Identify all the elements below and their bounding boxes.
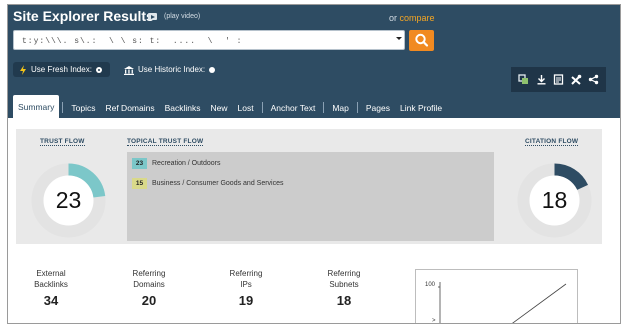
- trust-flow-value: 23: [55, 187, 82, 213]
- stat-referring-ips[interactable]: Referring IPs 19: [204, 268, 288, 308]
- stat-referring-subnets[interactable]: Referring Subnets 18: [302, 268, 386, 308]
- topic-name[interactable]: Business / Consumer Goods and Services: [152, 180, 284, 187]
- stat-value: 18: [336, 293, 352, 308]
- or-text: or: [389, 13, 398, 23]
- header-bar: Site Explorer Results (play video) or co…: [8, 5, 620, 118]
- stat-value: 19: [238, 293, 254, 308]
- tab-lost[interactable]: Lost: [233, 97, 259, 118]
- lightning-icon: [20, 64, 26, 75]
- flow-metrics-panel: TRUST FLOW TOPICAL TRUST FLOW CITATION F…: [16, 129, 602, 244]
- historic-index-radio[interactable]: [209, 66, 216, 73]
- stat-label: External Backlinks: [34, 269, 68, 289]
- tab-summary[interactable]: Summary: [13, 95, 60, 118]
- fresh-index-label: Use Fresh Index:: [31, 65, 92, 74]
- topical-trust-flow-list: 23 Recreation / Outdoors 15 Business / C…: [127, 152, 494, 241]
- citation-flow-label[interactable]: CITATION FLOW: [525, 138, 579, 146]
- share-icon[interactable]: [586, 73, 600, 87]
- stat-label: Referring Domains: [132, 269, 166, 289]
- tab-map[interactable]: Map: [327, 97, 354, 118]
- chevron-down-icon[interactable]: [396, 37, 402, 40]
- magnifier-icon: [415, 33, 429, 47]
- stat-value: 20: [141, 293, 157, 308]
- topic-row[interactable]: 23 Recreation / Outdoors: [132, 158, 220, 169]
- topical-trust-flow-label[interactable]: TOPICAL TRUST FLOW: [127, 138, 204, 146]
- flow-metrics-chart: 100 >: [415, 269, 578, 323]
- url-input[interactable]: [22, 34, 362, 48]
- fresh-index-toggle[interactable]: Use Fresh Index:: [13, 62, 110, 77]
- fresh-index-radio[interactable]: [95, 66, 102, 73]
- citation-flow-gauge: 18: [516, 162, 593, 244]
- tab-new[interactable]: New: [206, 97, 233, 118]
- download-icon[interactable]: [534, 73, 548, 87]
- report-icon[interactable]: [551, 73, 565, 87]
- tab-pages[interactable]: Pages: [361, 97, 395, 118]
- site-explorer-app: Site Explorer Results (play video) or co…: [7, 4, 621, 324]
- tab-ref-domains[interactable]: Ref Domains: [100, 97, 159, 118]
- page-title: Site Explorer Results: [13, 8, 154, 24]
- toolbar: [511, 67, 606, 92]
- compare-prompt: or compare: [389, 13, 435, 23]
- chart-plot-area: [438, 282, 567, 323]
- compare-link[interactable]: compare: [400, 13, 435, 23]
- historic-index-label: Use Historic Index:: [138, 65, 206, 74]
- play-video-link[interactable]: (play video): [164, 13, 200, 20]
- stat-external-backlinks[interactable]: External Backlinks 34: [9, 268, 93, 308]
- tab-divider: [356, 102, 358, 113]
- topic-score-badge: 23: [132, 158, 147, 169]
- tab-bar: Summary Topics Ref Domains Backlinks New…: [13, 93, 447, 118]
- trust-flow-label[interactable]: TRUST FLOW: [40, 138, 85, 146]
- trust-flow-gauge: 23: [30, 162, 107, 244]
- tools-icon[interactable]: [569, 73, 583, 87]
- search-button[interactable]: [409, 30, 434, 51]
- tab-divider: [62, 102, 64, 113]
- historic-index-toggle[interactable]: Use Historic Index:: [119, 62, 229, 77]
- topic-score-badge: 15: [132, 178, 147, 189]
- topic-row[interactable]: 15 Business / Consumer Goods and Service…: [132, 178, 284, 189]
- tab-divider: [323, 102, 325, 113]
- topic-name[interactable]: Recreation / Outdoors: [152, 160, 220, 167]
- stat-label: Referring IPs: [229, 269, 263, 289]
- tab-divider: [261, 102, 263, 113]
- tab-anchor-text[interactable]: Anchor Text: [266, 97, 321, 118]
- url-search-box[interactable]: [13, 30, 405, 50]
- video-icon[interactable]: [148, 13, 157, 20]
- tab-backlinks[interactable]: Backlinks: [160, 97, 206, 118]
- tab-link-profile[interactable]: Link Profile: [395, 97, 447, 118]
- stat-label: Referring Subnets: [327, 269, 361, 289]
- citation-flow-value: 18: [541, 187, 568, 213]
- stat-value: 34: [43, 293, 59, 308]
- tab-topics[interactable]: Topics: [66, 97, 100, 118]
- bank-icon: [124, 65, 134, 75]
- copy-icon[interactable]: [517, 73, 531, 87]
- stat-referring-domains[interactable]: Referring Domains 20: [107, 268, 191, 308]
